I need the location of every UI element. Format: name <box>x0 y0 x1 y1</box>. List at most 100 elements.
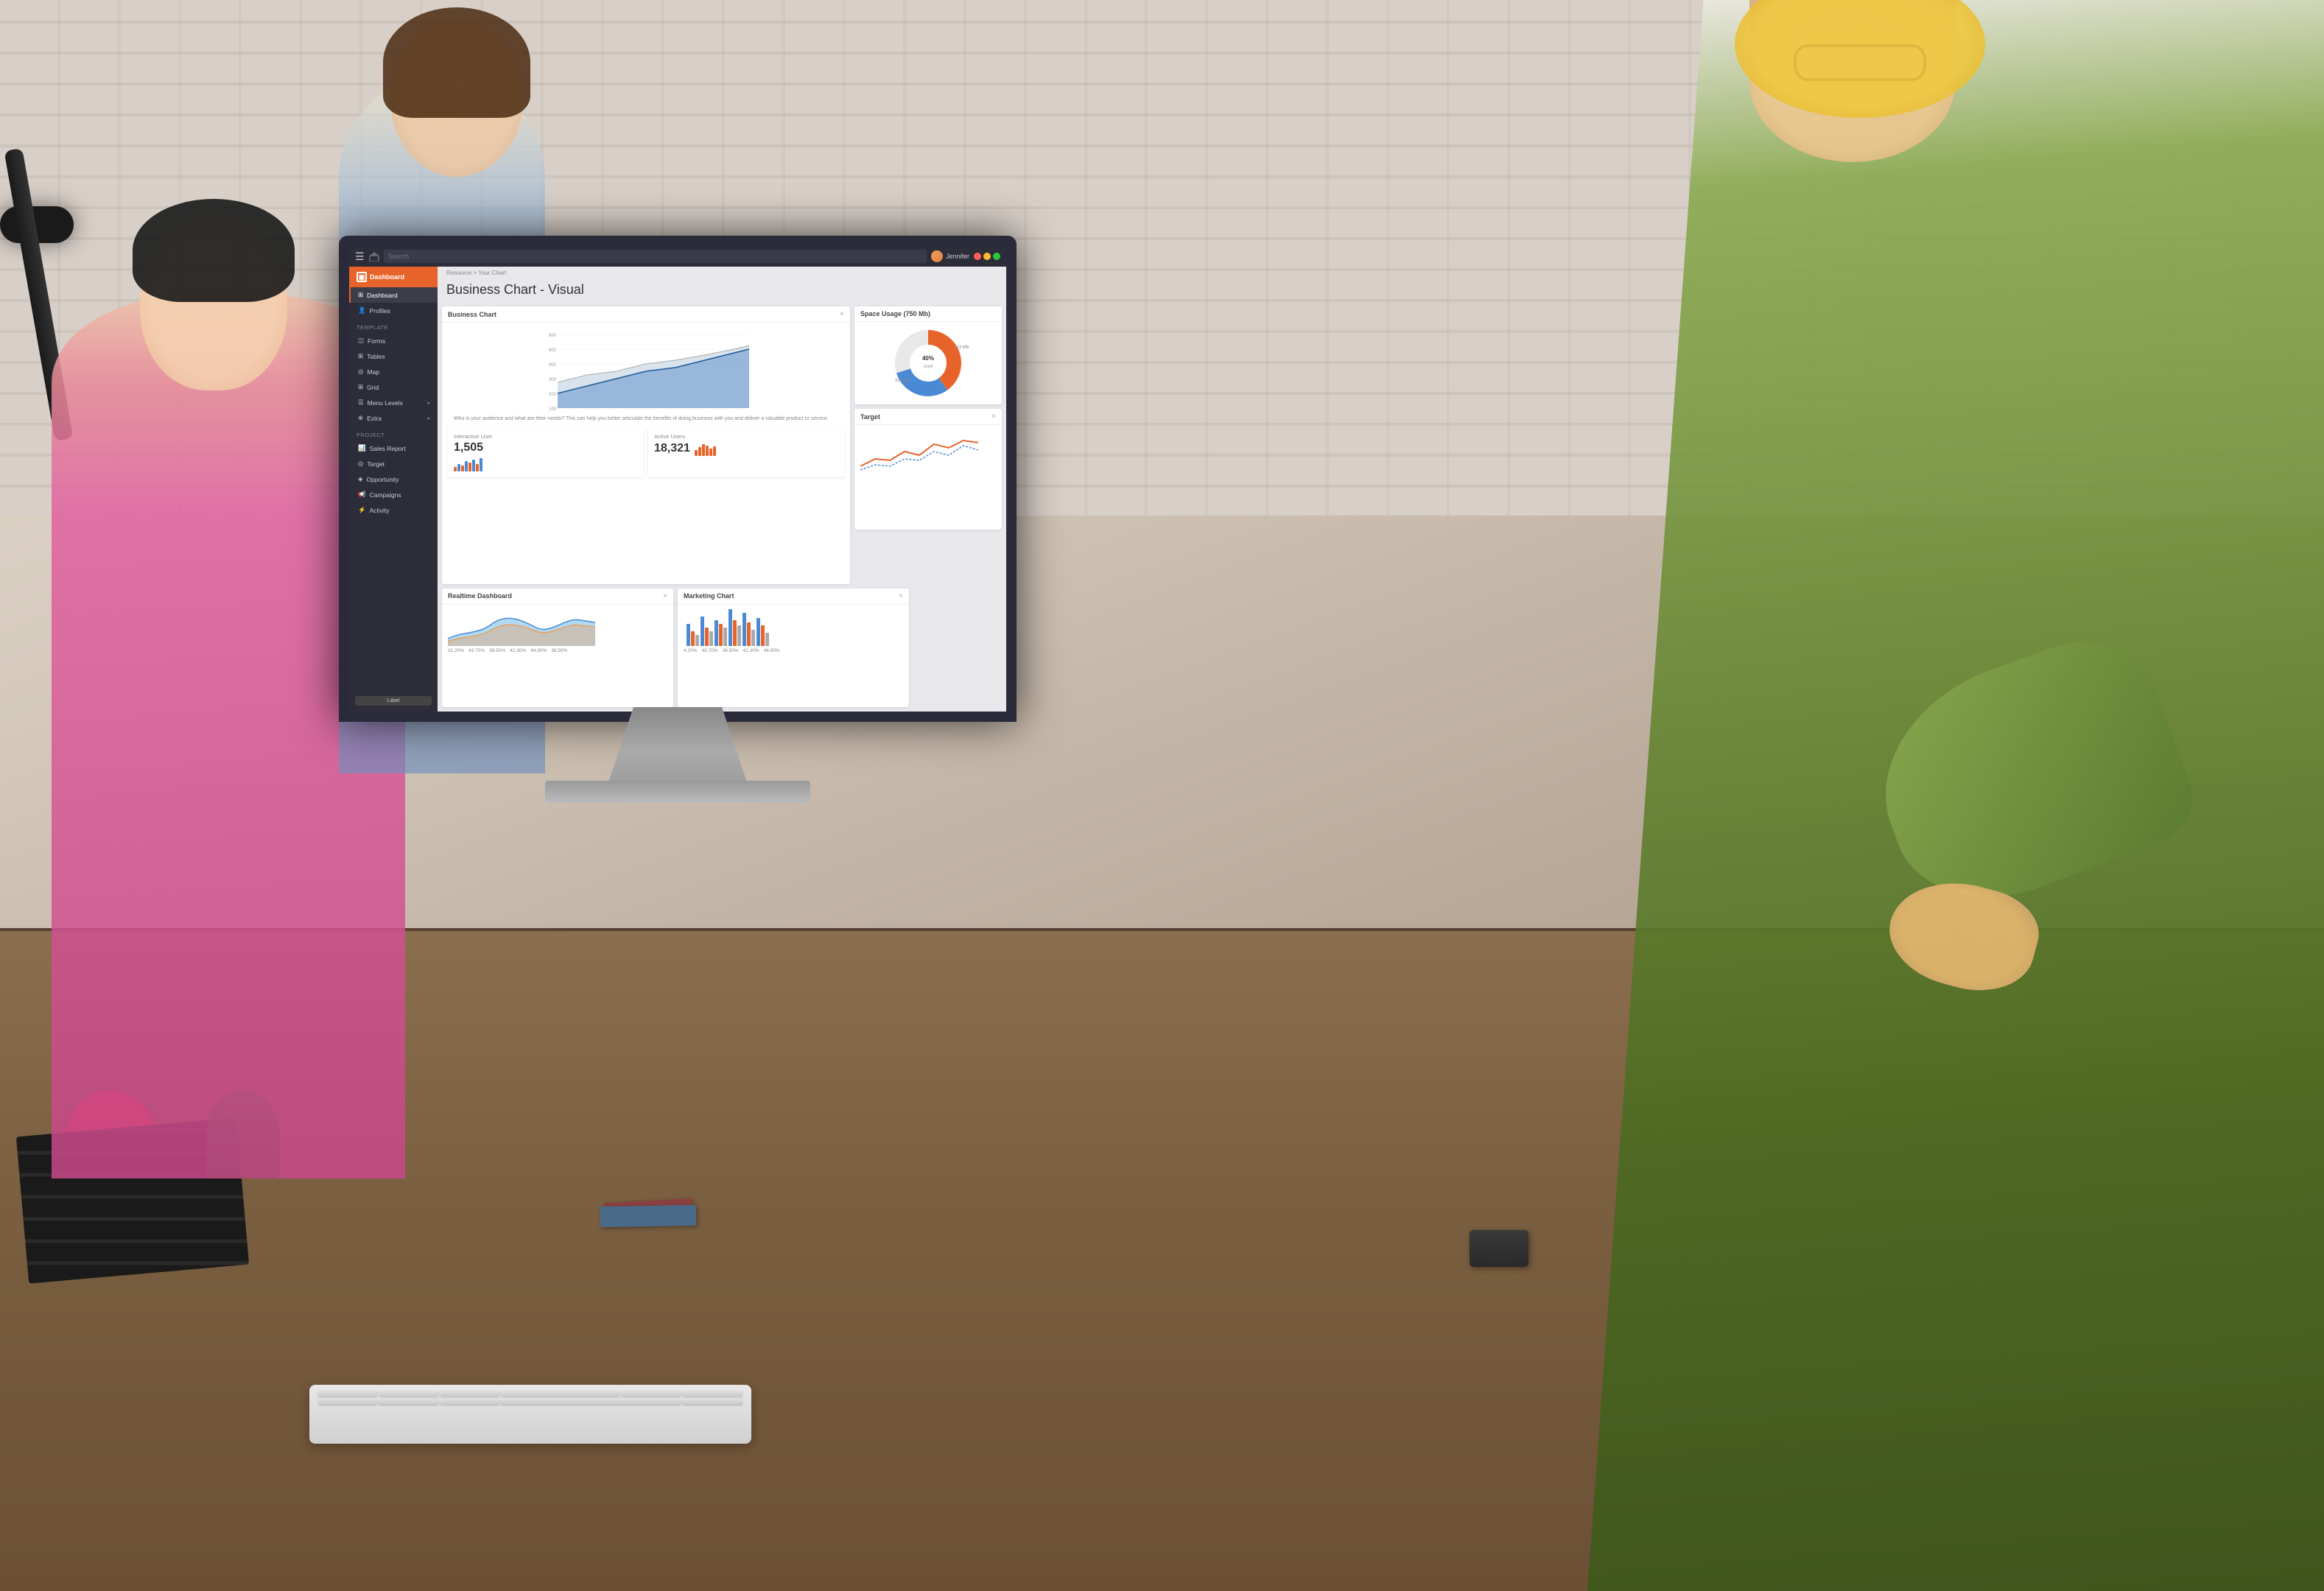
legend-1: 31.20% <box>448 648 464 653</box>
realtime-chart <box>448 609 667 646</box>
keyboard[interactable] <box>309 1385 751 1444</box>
sidebar-item-target-label: Target <box>367 460 385 468</box>
mlegend-2: 43.70% <box>701 648 717 653</box>
sidebar-item-dashboard-label: Dashboard <box>367 292 398 299</box>
marketing-legend: 4.20% 43.70% 38.50% 42.30% 44.90% <box>684 648 903 653</box>
grid-icon: ⊞ <box>358 383 363 391</box>
bar-8 <box>480 458 482 471</box>
realtime-header: Realtime Dashboard × <box>442 589 673 605</box>
legend-6: 38.50% <box>551 648 567 653</box>
bar-c-1 <box>695 635 699 646</box>
sidebar-item-profiles[interactable]: 👤 Profiles <box>349 303 438 318</box>
sidebar-item-tables[interactable]: ⊞ Tables <box>349 348 438 364</box>
svg-text:600: 600 <box>549 348 557 353</box>
bar-a-1 <box>687 624 690 646</box>
logo-icon: ▣ <box>357 272 367 282</box>
sidebar-item-activity[interactable]: ⚡ Activity <box>349 502 438 518</box>
target-close[interactable]: × <box>991 412 996 421</box>
bar-1 <box>454 467 457 471</box>
search-input[interactable] <box>384 250 927 263</box>
sales-icon: 📊 <box>358 444 366 452</box>
minimize-btn[interactable] <box>983 253 991 260</box>
space-usage-header: Space Usage (750 Mb) <box>854 306 1002 322</box>
mlegend-5: 44.90% <box>764 648 780 653</box>
business-chart-header: Business Chart × <box>442 306 850 323</box>
key <box>622 1391 681 1397</box>
key <box>440 1399 500 1405</box>
sidebar-logo-text: Dashboard <box>370 273 404 281</box>
sidebar-item-extra[interactable]: ⊕ Extra ▸ <box>349 410 438 426</box>
spacebar <box>502 1399 681 1405</box>
close-btn[interactable] <box>974 253 981 260</box>
menu-icon[interactable]: ☰ <box>355 250 365 263</box>
key <box>318 1391 378 1397</box>
business-chart-close[interactable]: × <box>840 310 844 318</box>
sidebar-item-activity-label: Activity <box>370 507 390 514</box>
sidebar-item-campaigns[interactable]: 📢 Campaigns <box>349 487 438 502</box>
key <box>683 1391 743 1397</box>
bar-c-6 <box>765 633 769 646</box>
breadcrumb-current: Your Chart <box>478 270 506 276</box>
marketing-close[interactable]: × <box>899 592 903 600</box>
mlegend-1: 4.20% <box>684 648 697 653</box>
sidebar-item-grid-label: Grid <box>367 384 379 391</box>
sidebar-item-target[interactable]: ◎ Target <box>349 456 438 471</box>
extra-icon: ⊕ <box>358 414 363 422</box>
mlegend-4: 42.30% <box>743 648 759 653</box>
target-header: Target × <box>854 409 1002 425</box>
bar-3 <box>461 466 464 471</box>
monitor-base <box>545 781 810 803</box>
bar-5 <box>468 463 471 471</box>
monitor-wrapper: ☰ Jennifer <box>339 236 1046 796</box>
bar-c-3 <box>723 628 727 646</box>
sidebar-item-map-label: Map <box>367 368 379 376</box>
marketing-title: Marketing Chart <box>684 592 734 600</box>
sidebar-item-forms[interactable]: ◫ Forms <box>349 333 438 348</box>
svg-text:300: 300 <box>549 378 557 382</box>
maximize-btn[interactable] <box>993 253 1000 260</box>
user-info: Jennifer <box>931 250 969 262</box>
chevron-right-icon: ▸ <box>427 400 430 406</box>
bar-a-3 <box>715 620 718 646</box>
label-badge[interactable]: Label <box>355 696 432 706</box>
sidebar-item-sales-report[interactable]: 📊 Sales Report <box>349 440 438 456</box>
realtime-area-chart <box>448 609 595 646</box>
bar-a-6 <box>756 618 760 646</box>
sidebar-item-extra-label: Extra <box>367 415 382 422</box>
sidebar-item-grid[interactable]: ⊞ Grid <box>349 379 438 395</box>
campaigns-icon: 📢 <box>358 491 366 499</box>
active-users-card: Active Users 18,321 <box>648 427 844 477</box>
sidebar-item-opportunity[interactable]: ◈ Opportunity <box>349 471 438 487</box>
target-icon: ◎ <box>358 460 363 468</box>
bar-b-2 <box>705 628 709 646</box>
keyboard-row-2 <box>318 1399 743 1405</box>
target-title: Target <box>860 413 880 421</box>
marketing-header: Marketing Chart × <box>678 589 909 605</box>
map-icon: ◎ <box>358 368 363 376</box>
interactive-user-label: Interactive User <box>454 433 638 440</box>
active-users-value: 18,321 <box>654 442 690 455</box>
realtime-close[interactable]: × <box>663 592 667 600</box>
breadcrumb: Resource > Your Chart <box>438 267 1006 279</box>
activity-icon: ⚡ <box>358 506 366 514</box>
bar-2 <box>457 464 460 471</box>
active-users-label: Active Users <box>654 433 838 440</box>
stat-bars <box>454 457 638 471</box>
sidebar-item-sales-label: Sales Report <box>370 445 406 452</box>
sidebar-item-menu-levels[interactable]: ☰ Menu Levels ▸ <box>349 395 438 410</box>
bar-7 <box>476 464 479 471</box>
sidebar-item-opportunity-label: Opportunity <box>367 476 399 483</box>
bar-a-5 <box>743 613 746 646</box>
person-middle-hair <box>383 7 530 118</box>
page-title: Business Chart - Visual <box>446 282 997 298</box>
key <box>502 1391 621 1397</box>
right-column: Space Usage (750 Mb) <box>854 306 1002 530</box>
target-chart-svg <box>860 429 978 474</box>
bar-b-6 <box>761 625 765 646</box>
marketing-bar-chart <box>684 609 903 646</box>
project-section-label: Project <box>349 426 438 440</box>
sidebar-item-tables-label: Tables <box>367 353 385 360</box>
sidebar-item-map[interactable]: ◎ Map <box>349 364 438 379</box>
user-name: Jennifer <box>946 253 969 260</box>
sidebar-item-dashboard[interactable]: ⊞ Dashboard <box>349 287 438 303</box>
